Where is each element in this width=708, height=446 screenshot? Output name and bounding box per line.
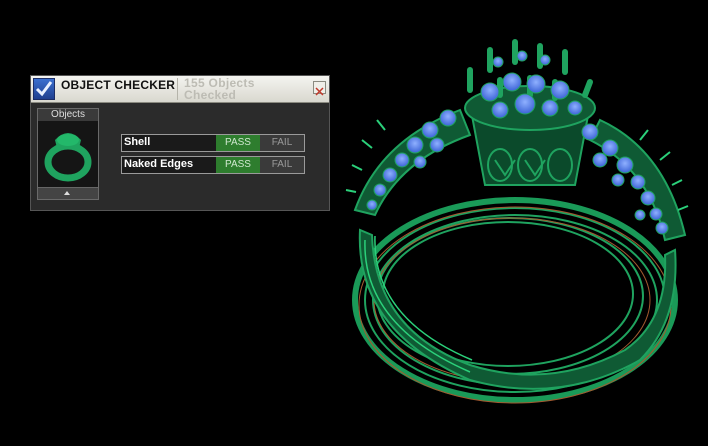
pass-button[interactable]: PASS bbox=[216, 135, 260, 151]
count-line-2: Checked bbox=[184, 88, 237, 102]
fail-button[interactable]: FAIL bbox=[260, 157, 304, 173]
objects-list[interactable]: Objects bbox=[37, 108, 99, 200]
check-label: Naked Edges bbox=[124, 158, 194, 170]
panel-title: OBJECT CHECKER bbox=[61, 78, 176, 92]
3d-viewport[interactable] bbox=[0, 0, 708, 442]
ring-wireframe-model[interactable] bbox=[0, 0, 708, 442]
fail-button[interactable]: FAIL bbox=[260, 135, 304, 151]
close-icon bbox=[315, 87, 324, 96]
check-row-naked-edges: Naked Edges PASS FAIL bbox=[121, 156, 305, 174]
title-divider bbox=[177, 78, 178, 100]
ring-thumbnail-icon[interactable] bbox=[39, 122, 97, 186]
objects-scroll-button[interactable] bbox=[38, 187, 98, 199]
close-button[interactable] bbox=[313, 81, 326, 96]
check-row-shell: Shell PASS FAIL bbox=[121, 134, 305, 152]
checkmark-icon bbox=[33, 78, 55, 100]
pass-button[interactable]: PASS bbox=[216, 157, 260, 173]
object-checker-panel: OBJECT CHECKER 155 Objects Checked Objec… bbox=[30, 75, 330, 211]
objects-checked-count: 155 Objects Checked bbox=[184, 77, 304, 101]
scroll-up-icon bbox=[64, 191, 70, 195]
title-bar[interactable]: OBJECT CHECKER 155 Objects Checked bbox=[31, 76, 329, 103]
objects-label: Objects bbox=[38, 109, 98, 121]
check-label: Shell bbox=[124, 136, 151, 148]
